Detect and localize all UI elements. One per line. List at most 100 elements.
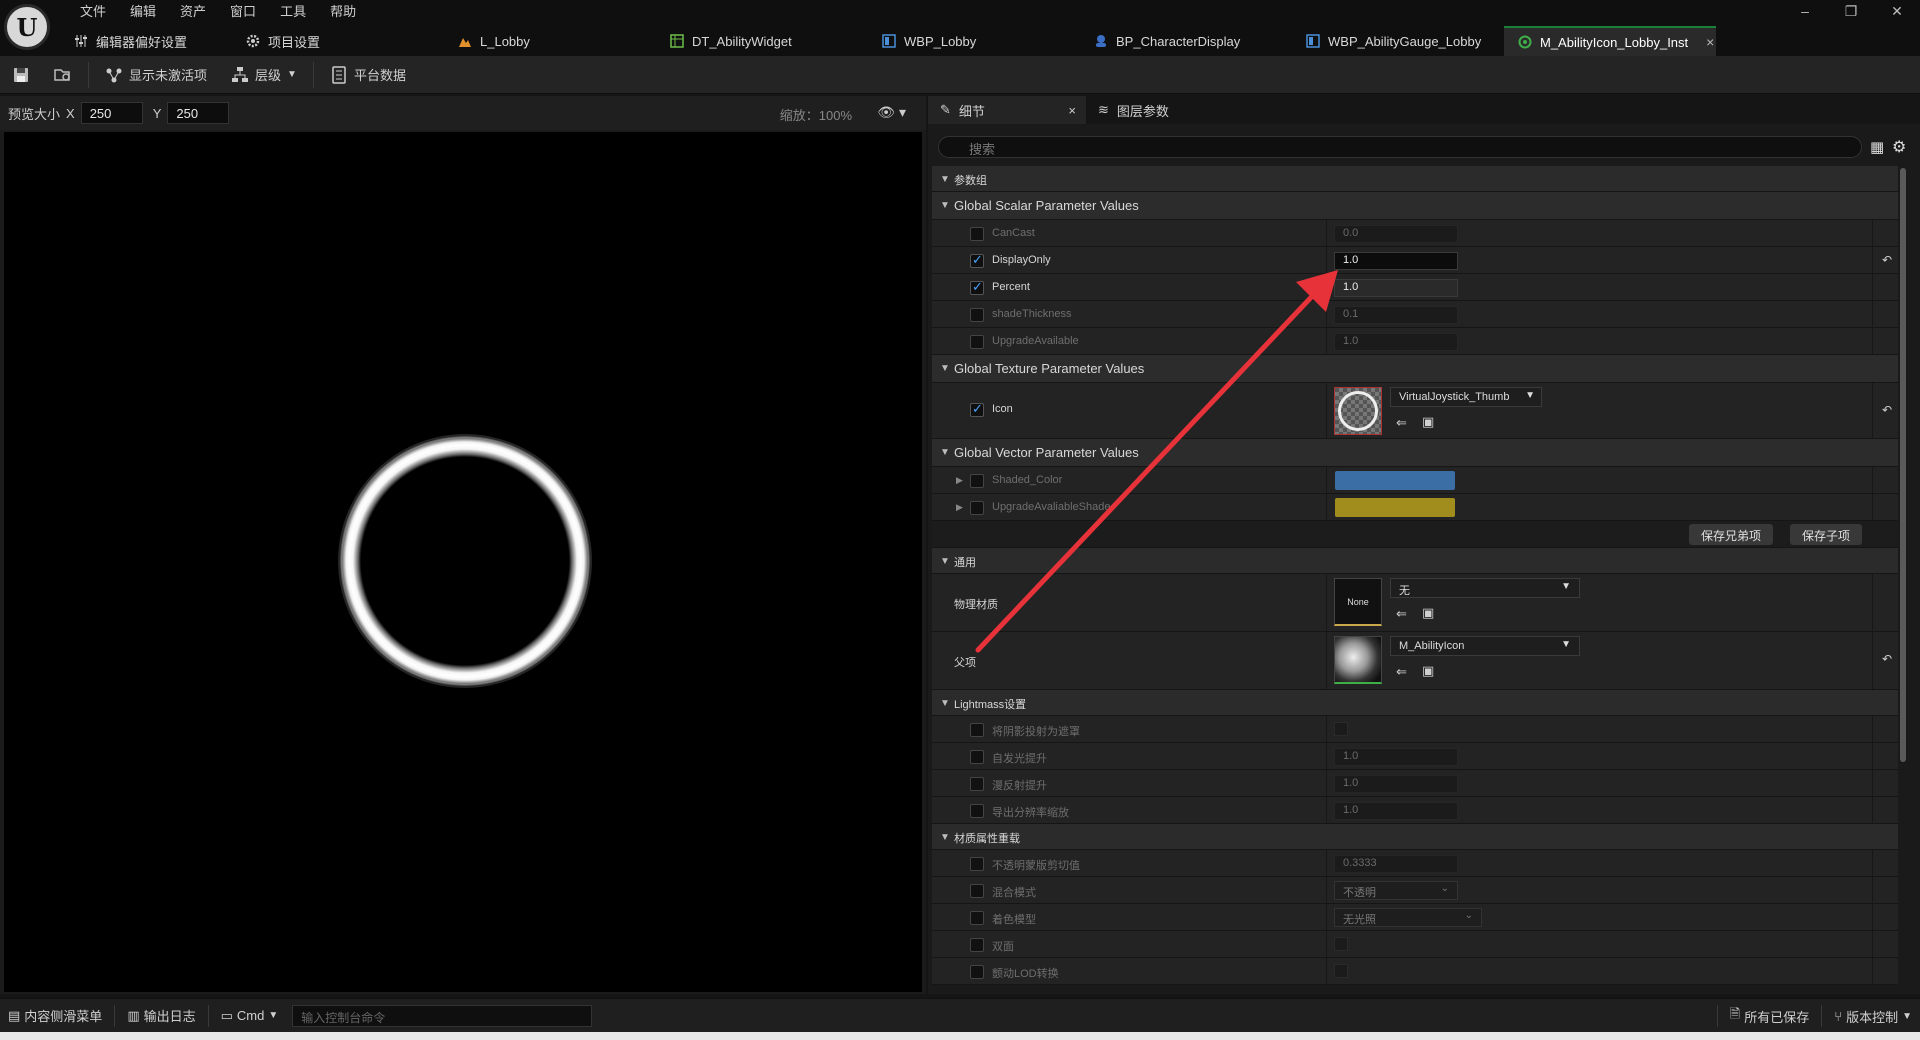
save-button[interactable]	[0, 56, 42, 94]
preview-height-input[interactable]: 250	[167, 102, 230, 124]
override-checkbox[interactable]	[970, 252, 984, 268]
override-checkbox[interactable]	[970, 401, 984, 417]
console-command-input[interactable]: 输入控制台命令	[292, 1004, 593, 1027]
reset-to-default-icon[interactable]: ↶	[1882, 253, 1892, 267]
override-checkbox[interactable]	[970, 857, 984, 871]
tab-m-abilityicon-lobby-inst[interactable]: M_AbilityIcon_Lobby_Inst ×	[1504, 26, 1716, 56]
all-saved-button[interactable]: 🗎 所有已保存	[1722, 999, 1817, 1033]
menu-file[interactable]: 文件	[68, 2, 118, 22]
override-checkbox[interactable]	[970, 279, 984, 295]
tab-project-settings[interactable]: 项目设置	[232, 26, 444, 56]
override-checkbox[interactable]	[970, 911, 984, 925]
category-scalar-params[interactable]: ▼ Global Scalar Parameter Values	[932, 192, 1898, 220]
override-checkbox[interactable]	[970, 308, 984, 322]
source-control-button[interactable]: ⑂ 版本控制 ▼	[1826, 999, 1920, 1033]
param-value-field[interactable]: 1.0	[1334, 252, 1458, 270]
override-checkbox[interactable]	[970, 750, 984, 764]
use-selected-icon[interactable]: ⇐	[1396, 664, 1407, 680]
menu-tools[interactable]: 工具	[268, 2, 318, 22]
preview-canvas[interactable]	[4, 132, 922, 992]
save-children-button[interactable]: 保存子项	[1790, 524, 1863, 545]
override-checkbox[interactable]	[970, 884, 984, 898]
menu-help[interactable]: 帮助	[318, 2, 368, 22]
value-checkbox[interactable]	[1334, 937, 1348, 951]
category-texture-params[interactable]: ▼ Global Texture Parameter Values	[932, 355, 1898, 383]
close-tab-icon[interactable]: ×	[1706, 34, 1714, 50]
output-log-button[interactable]: ▥ 输出日志	[119, 999, 203, 1033]
unreal-logo[interactable]: U	[4, 4, 50, 50]
category-lightmass[interactable]: ▼ Lightmass设置	[932, 690, 1898, 716]
param-value-field[interactable]: 1.0	[1334, 748, 1458, 766]
override-checkbox[interactable]	[970, 227, 984, 241]
texture-asset-dropdown[interactable]: VirtualJoystick_Thumb ▼	[1390, 387, 1542, 407]
menu-assets[interactable]: 资产	[168, 2, 218, 22]
value-checkbox[interactable]	[1334, 964, 1348, 978]
override-checkbox[interactable]	[970, 938, 984, 952]
save-siblings-button[interactable]: 保存兄弟项	[1689, 524, 1774, 545]
details-scrollbar[interactable]	[1900, 168, 1906, 762]
param-value-field[interactable]: 1.0	[1334, 802, 1458, 820]
browse-asset-icon[interactable]: ▣	[1422, 414, 1434, 430]
platform-data-button[interactable]: 平台数据	[318, 56, 418, 94]
close-icon[interactable]: ×	[1068, 103, 1076, 118]
param-value-field[interactable]: 0.0	[1334, 225, 1458, 243]
value-checkbox[interactable]	[1334, 722, 1348, 736]
color-swatch[interactable]	[1335, 498, 1455, 517]
category-vector-params[interactable]: ▼ Global Vector Parameter Values	[932, 439, 1898, 467]
reset-to-default-icon[interactable]: ↶	[1882, 652, 1892, 666]
use-selected-icon[interactable]: ⇐	[1396, 606, 1407, 622]
override-checkbox[interactable]	[970, 474, 984, 488]
override-checkbox[interactable]	[970, 804, 984, 818]
category-general[interactable]: ▼ 通用	[932, 548, 1898, 574]
param-value-field[interactable]: 0.1	[1334, 306, 1458, 324]
browse-asset-icon[interactable]: ▣	[1422, 605, 1434, 621]
browse-button[interactable]	[42, 56, 84, 94]
show-inactive-button[interactable]: 显示未激活项	[93, 56, 219, 94]
override-checkbox[interactable]	[970, 777, 984, 791]
override-checkbox[interactable]	[970, 335, 984, 349]
param-value-field[interactable]: 1.0	[1334, 333, 1458, 351]
tab-bp-characterdisplay[interactable]: BP_CharacterDisplay	[1080, 26, 1292, 56]
content-drawer-button[interactable]: ▤ 内容侧滑菜单	[0, 999, 110, 1033]
category-parameter-groups[interactable]: ▼ 参数组	[932, 166, 1898, 192]
shading-model-dropdown[interactable]: 无光照 ⌄	[1334, 908, 1482, 927]
tab-dt-abilitywidget[interactable]: DT_AbilityWidget	[656, 26, 868, 56]
search-input[interactable]: 搜索	[938, 136, 1862, 158]
table-view-icon[interactable]: ▦	[1870, 138, 1884, 156]
menu-edit[interactable]: 编辑	[118, 2, 168, 22]
browse-asset-icon[interactable]: ▣	[1422, 663, 1434, 679]
param-value-field[interactable]: 1.0	[1334, 279, 1458, 297]
expand-arrow-icon[interactable]: ▶	[956, 502, 963, 513]
tab-wbp-abilitygauge-lobby[interactable]: WBP_AbilityGauge_Lobby	[1292, 26, 1504, 56]
hierarchy-button[interactable]: 层级 ▼	[219, 56, 309, 94]
tab-details[interactable]: ✎ 细节 ×	[928, 96, 1086, 124]
gear-icon[interactable]: ⚙	[1892, 137, 1906, 157]
use-selected-icon[interactable]: ⇐	[1396, 415, 1407, 431]
parent-material-thumbnail[interactable]	[1334, 636, 1382, 684]
phys-material-dropdown[interactable]: 无 ▼	[1390, 578, 1580, 598]
menu-window[interactable]: 窗口	[218, 2, 268, 22]
override-checkbox[interactable]	[970, 501, 984, 515]
parent-material-dropdown[interactable]: M_AbilityIcon ▼	[1390, 636, 1580, 656]
texture-thumbnail[interactable]	[1334, 387, 1382, 435]
restore-icon[interactable]: ❐	[1828, 0, 1874, 22]
tab-l-lobby[interactable]: L_Lobby	[444, 26, 656, 56]
expand-arrow-icon[interactable]: ▶	[956, 475, 963, 486]
param-value-field[interactable]: 1.0	[1334, 775, 1458, 793]
phys-material-thumbnail[interactable]: None	[1334, 578, 1382, 626]
override-checkbox[interactable]	[970, 965, 984, 979]
tab-layer-parameters[interactable]: ≋ 图层参数	[1086, 96, 1181, 124]
cmd-dropdown[interactable]: ▭ Cmd ▼	[213, 999, 287, 1033]
color-swatch[interactable]	[1335, 471, 1455, 490]
category-material-overrides[interactable]: ▼ 材质属性重载	[932, 824, 1898, 850]
override-checkbox[interactable]	[970, 723, 984, 737]
visibility-eye-icon[interactable]: 👁 ▾	[877, 104, 906, 121]
close-window-icon[interactable]: ✕	[1874, 0, 1920, 22]
reset-to-default-icon[interactable]: ↶	[1882, 403, 1892, 417]
minimize-icon[interactable]: –	[1782, 0, 1828, 22]
preview-width-input[interactable]: 250	[80, 102, 143, 124]
tab-editor-preferences[interactable]: 编辑器偏好设置	[60, 26, 232, 56]
blend-mode-dropdown[interactable]: 不透明 ⌄	[1334, 881, 1458, 900]
tab-wbp-lobby[interactable]: WBP_Lobby	[868, 26, 1080, 56]
param-value-field[interactable]: 0.3333	[1334, 855, 1458, 873]
